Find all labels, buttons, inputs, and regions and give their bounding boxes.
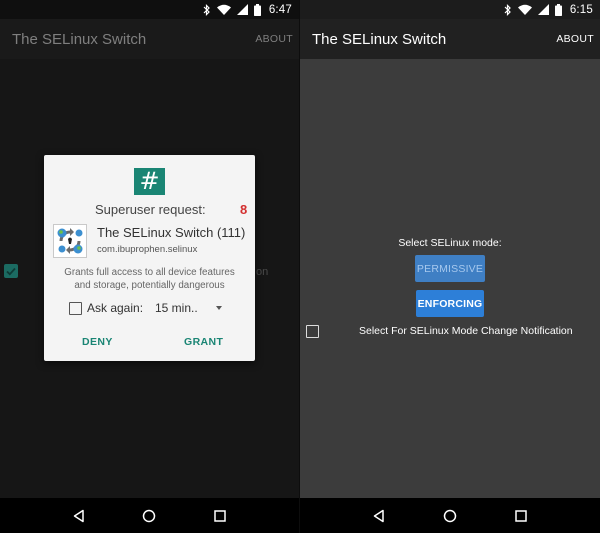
permission-description: Grants full access to all device feature… [50, 267, 249, 292]
signal-icon [236, 4, 248, 15]
about-button[interactable]: ABOUT [255, 33, 293, 45]
notification-checkbox[interactable] [306, 325, 319, 338]
wifi-icon [216, 4, 231, 15]
screenshot-pair: 6:47 The SELinux Switch ABOUT on # Super… [0, 0, 600, 533]
battery-icon [253, 3, 261, 16]
app-name: The SELinux Switch (111) [97, 225, 246, 240]
navigation-bar [300, 498, 600, 533]
permissive-button[interactable]: PERMISSIVE [415, 255, 485, 282]
superuser-dialog: # Superuser request: 8 The SELinux Switc… [44, 155, 255, 361]
signal-icon [537, 4, 549, 15]
recents-icon[interactable] [508, 503, 534, 529]
back-icon[interactable] [366, 503, 392, 529]
superuser-hash-icon: # [134, 168, 165, 195]
app-bar: The SELinux Switch ABOUT [300, 19, 600, 59]
superuser-request-label: Superuser request: [95, 202, 206, 217]
description-line-2: and storage, potentially dangerous [74, 279, 225, 291]
app-bar: The SELinux Switch ABOUT [0, 19, 299, 59]
notification-label: Select For SELinux Mode Change Notificat… [359, 325, 573, 337]
left-phone-screen: 6:47 The SELinux Switch ABOUT on # Super… [0, 0, 299, 533]
home-icon[interactable] [136, 503, 162, 529]
recents-icon[interactable] [207, 503, 233, 529]
checkmark-icon [6, 267, 16, 275]
request-count-badge: 8 [240, 202, 248, 217]
status-time: 6:47 [268, 3, 292, 16]
status-time: 6:15 [569, 3, 593, 16]
ask-again-label: Ask again: [87, 301, 144, 315]
enforcing-button[interactable]: ENFORCING [416, 290, 484, 317]
dropdown-arrow-icon[interactable] [216, 306, 222, 310]
bluetooth-icon [203, 3, 211, 16]
status-bar: 6:15 [300, 0, 600, 19]
duration-select[interactable]: 15 min.. [155, 301, 198, 315]
app-icon [53, 224, 87, 258]
selinux-mode-label: Select SELinux mode: [398, 237, 502, 249]
background-text-fragment: on [256, 266, 269, 278]
main-content: Select SELinux mode: PERMISSIVE ENFORCIN… [300, 59, 600, 498]
status-bar: 6:47 [0, 0, 299, 19]
app-package: com.ibuprophen.selinux [97, 244, 198, 255]
grant-button[interactable]: GRANT [184, 336, 223, 348]
navigation-bar [0, 498, 299, 533]
battery-icon [554, 3, 562, 16]
about-button[interactable]: ABOUT [556, 33, 594, 45]
deny-button[interactable]: DENY [82, 336, 113, 348]
right-phone-screen: 6:15 The SELinux Switch ABOUT Select SEL… [300, 0, 600, 533]
wifi-icon [517, 4, 532, 15]
description-line-1: Grants full access to all device feature… [64, 267, 235, 278]
home-icon[interactable] [437, 503, 463, 529]
background-checkbox [4, 264, 18, 278]
back-icon[interactable] [66, 503, 92, 529]
app-title: The SELinux Switch [12, 30, 147, 48]
bluetooth-icon [504, 3, 512, 16]
ask-again-checkbox[interactable] [69, 302, 82, 315]
app-title: The SELinux Switch [312, 30, 447, 48]
